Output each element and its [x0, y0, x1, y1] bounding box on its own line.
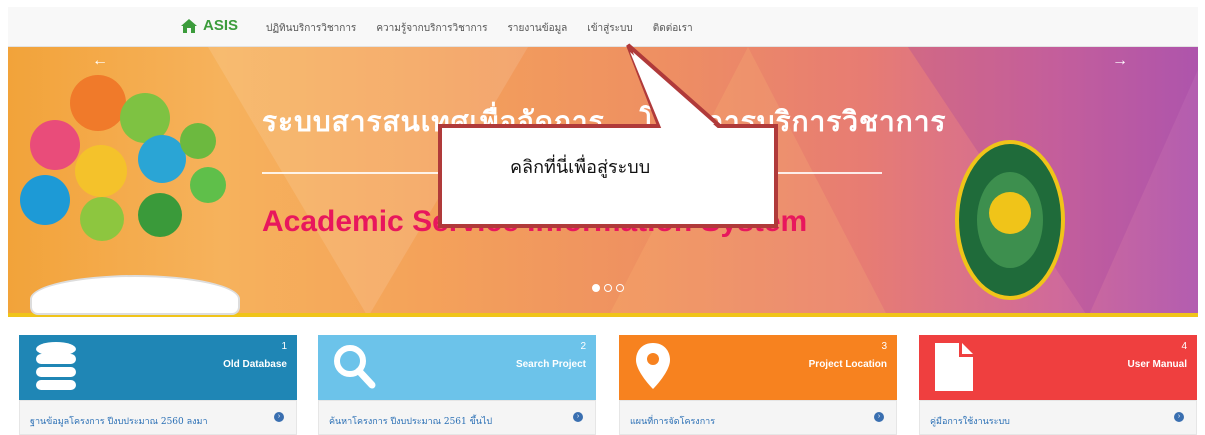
card-project-location[interactable]: 3 Project Location แผนที่การจัดโครงการ › [619, 335, 897, 435]
card-user-manual[interactable]: 4 User Manual คู่มือการใช้งานระบบ › [919, 335, 1197, 435]
callout-text: คลิกที่นี่เพื่อสู่ระบบ [510, 157, 651, 177]
card-number: 1 [281, 341, 287, 352]
map-marker-icon [636, 343, 670, 389]
card-link[interactable]: ค้นหาโครงการ ปีงบประมาณ 2561 ขึ้นไป [329, 414, 492, 428]
arrow-circle-right-icon[interactable]: › [274, 412, 284, 422]
card-number: 2 [580, 341, 586, 352]
card-number: 4 [1181, 341, 1187, 352]
card-search-project[interactable]: 2 Search Project ค้นหาโครงการ ปีงบประมาณ… [318, 335, 596, 435]
card-title: User Manual [1127, 359, 1187, 370]
card-number: 3 [881, 341, 887, 352]
arrow-circle-right-icon[interactable]: › [1174, 412, 1184, 422]
card-old-database[interactable]: 1 Old Database ฐานข้อมูลโครงการ ปีงบประม… [19, 335, 297, 435]
card-title: Old Database [223, 359, 287, 370]
card-link[interactable]: ฐานข้อมูลโครงการ ปีงบประมาณ 2560 ลงมา [30, 414, 208, 428]
database-icon [36, 342, 76, 390]
arrow-circle-right-icon[interactable]: › [874, 412, 884, 422]
file-icon [935, 343, 973, 391]
card-link[interactable]: แผนที่การจัดโครงการ [630, 414, 715, 428]
card-title: Search Project [515, 359, 586, 370]
arrow-circle-right-icon[interactable]: › [573, 412, 583, 422]
card-link[interactable]: คู่มือการใช้งานระบบ [930, 414, 1010, 428]
search-icon [334, 345, 376, 389]
card-title: Project Location [808, 359, 887, 370]
